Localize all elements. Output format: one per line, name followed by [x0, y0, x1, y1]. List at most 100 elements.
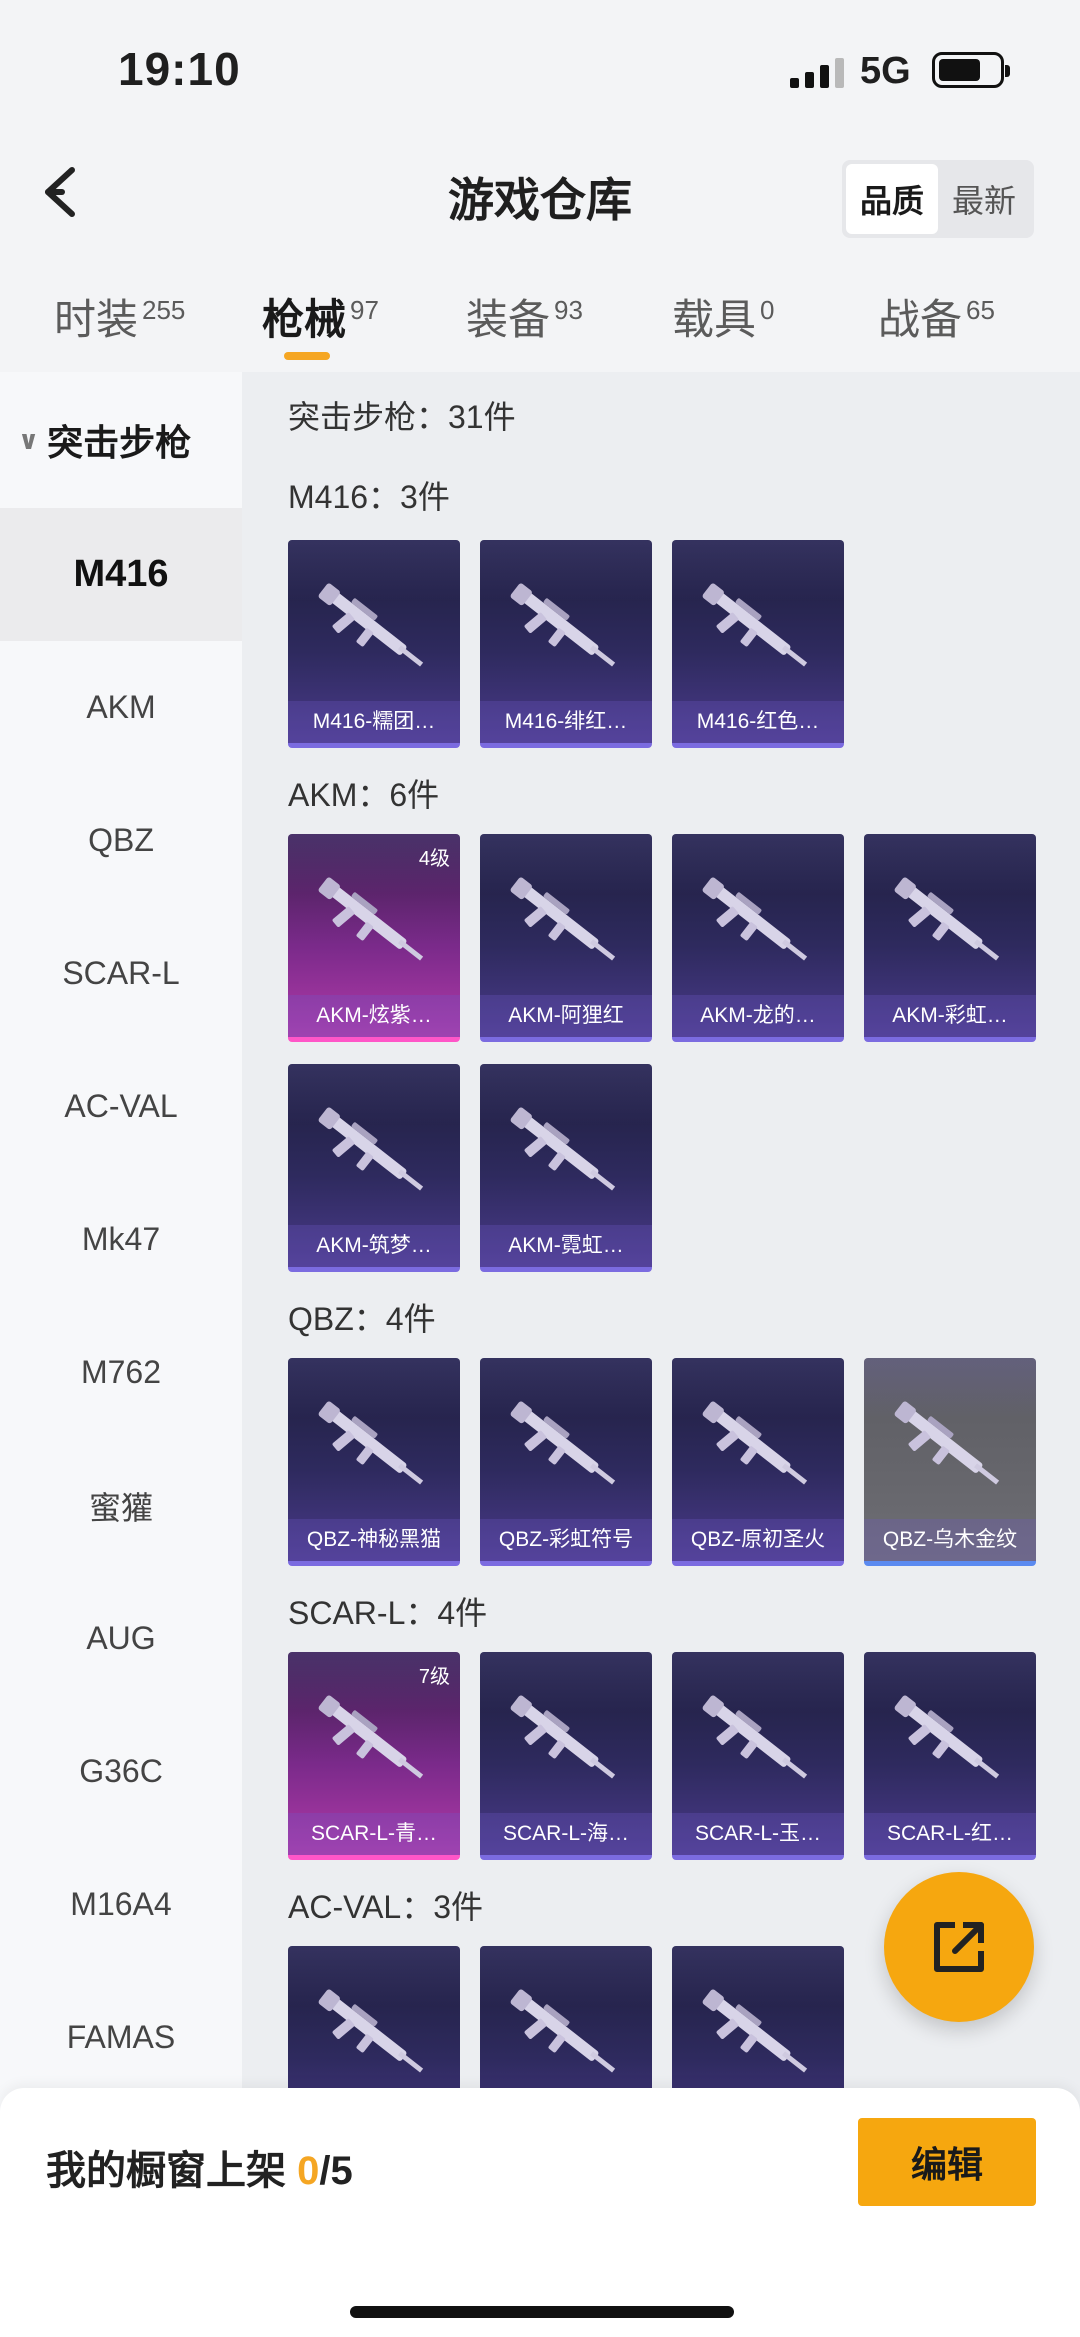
category-tabs: 时装 255 枪械 97 装备 93 载具 0 战备 65 — [0, 260, 1080, 370]
sort-newest-button[interactable]: 最新 — [938, 164, 1030, 234]
tab-label: 装备 — [466, 296, 551, 343]
rifle-icon — [502, 1690, 630, 1790]
rifle-icon — [694, 1690, 822, 1790]
weapon-name: SCAR-L-海… — [480, 1813, 652, 1855]
rifle-icon — [502, 1396, 630, 1496]
rifle-icon — [694, 872, 822, 972]
rifle-icon — [502, 872, 630, 972]
weapon-card[interactable]: QBZ-神秘黑猫 — [288, 1358, 460, 1566]
tab-costume[interactable]: 时装 255 — [54, 286, 185, 347]
weapon-card[interactable]: SCAR-L-红… — [864, 1652, 1036, 1860]
sidebar-group-header[interactable]: ∨ 突击步枪 — [0, 372, 242, 508]
sidebar-item-m762[interactable]: M762 — [0, 1306, 242, 1439]
weapon-card[interactable]: QBZ-乌木金纹 — [864, 1358, 1036, 1566]
weapon-name: SCAR-L-青… — [288, 1813, 460, 1855]
weapon-card[interactable]: M416-绯红… — [480, 540, 652, 748]
sidebar-item-m416[interactable]: M416 — [0, 508, 242, 641]
weapon-card[interactable]: QBZ-彩虹符号 — [480, 1358, 652, 1566]
rifle-icon — [310, 1102, 438, 1202]
category-summary: 突击步枪：31件 — [288, 399, 516, 435]
edit-button[interactable]: 编辑 — [858, 2118, 1036, 2206]
tab-supplies[interactable]: 战备 65 — [878, 286, 995, 347]
tab-label: 载具 — [672, 296, 757, 343]
status-time: 19:10 — [118, 43, 241, 95]
showcase-label: 我的橱窗上架 — [46, 2149, 298, 2193]
weapon-name: SCAR-L-玉… — [672, 1813, 844, 1855]
rifle-icon — [310, 1984, 438, 2084]
rifle-icon — [886, 1396, 1014, 1496]
tab-count: 0 — [760, 295, 775, 325]
weapon-name: M416-绯红… — [480, 701, 652, 743]
tab-equipment[interactable]: 装备 93 — [466, 286, 583, 347]
weapon-card[interactable]: AKM-彩虹… — [864, 834, 1036, 1042]
rifle-icon — [694, 578, 822, 678]
rifle-icon — [502, 578, 630, 678]
weapon-name: QBZ-神秘黑猫 — [288, 1519, 460, 1561]
tab-weapons[interactable]: 枪械 97 — [262, 286, 379, 347]
sidebar-item-scar-l[interactable]: SCAR-L — [0, 907, 242, 1040]
sidebar-item-famas[interactable]: FAMAS — [0, 1971, 242, 2104]
sidebar-item-m16a4[interactable]: M16A4 — [0, 1838, 242, 1971]
weapon-name: AKM-炫紫… — [288, 995, 460, 1037]
rifle-icon — [310, 1396, 438, 1496]
weapon-type-sidebar: ∨ 突击步枪 M416 AKM QBZ SCAR-L AC-VAL Mk47 M… — [0, 372, 242, 2112]
group-title: AC-VAL：3件 — [288, 1889, 484, 1925]
weapon-name: AKM-霓虹… — [480, 1225, 652, 1267]
weapon-card[interactable]: QBZ-原初圣火 — [672, 1358, 844, 1566]
tab-count: 65 — [966, 295, 995, 325]
sidebar-item-ac-val[interactable]: AC-VAL — [0, 1040, 242, 1173]
tab-vehicles[interactable]: 载具 0 — [672, 286, 774, 347]
weapon-name: AKM-阿狸红 — [480, 995, 652, 1037]
weapon-name: M416-糯团… — [288, 701, 460, 743]
weapon-name: SCAR-L-红… — [864, 1813, 1036, 1855]
weapon-card[interactable]: M416-红色… — [672, 540, 844, 748]
signal-icon — [790, 56, 844, 88]
group-title: AKM：6件 — [288, 777, 440, 813]
weapon-name: QBZ-乌木金纹 — [864, 1519, 1036, 1561]
weapon-card[interactable]: AKM-筑梦… — [288, 1064, 460, 1272]
sidebar-item-akm[interactable]: AKM — [0, 641, 242, 774]
weapon-card[interactable]: SCAR-L-玉… — [672, 1652, 844, 1860]
sidebar-item-aug[interactable]: AUG — [0, 1572, 242, 1705]
weapon-card[interactable]: AKM-阿狸红 — [480, 834, 652, 1042]
sidebar-item-qbz[interactable]: QBZ — [0, 774, 242, 907]
rifle-icon — [502, 1102, 630, 1202]
weapon-name: AKM-筑梦… — [288, 1225, 460, 1267]
weapon-card[interactable]: AKM-龙的… — [672, 834, 844, 1042]
sidebar-item-honey-badger[interactable]: 蜜獾 — [0, 1439, 242, 1572]
level-badge: 4级 — [418, 848, 450, 870]
rifle-icon — [694, 1396, 822, 1496]
external-link-icon — [934, 1922, 984, 1972]
showcase-status: 我的橱窗上架 0/5 — [46, 2138, 353, 2196]
tab-count: 255 — [142, 295, 186, 325]
sidebar-item-g36c[interactable]: G36C — [0, 1705, 242, 1838]
rifle-icon — [310, 578, 438, 678]
tab-label: 战备 — [878, 296, 963, 343]
weapon-card[interactable]: 4级 AKM-炫紫… — [288, 834, 460, 1042]
sidebar-item-mk47[interactable]: Mk47 — [0, 1173, 242, 1306]
rifle-icon — [310, 872, 438, 972]
sort-quality-button[interactable]: 品质 — [845, 164, 938, 234]
weapon-name: AKM-龙的… — [672, 995, 844, 1037]
weapon-card[interactable]: SCAR-L-海… — [480, 1652, 652, 1860]
share-button[interactable] — [884, 1872, 1034, 2022]
weapon-name: AKM-彩虹… — [864, 995, 1036, 1037]
rifle-icon — [310, 1690, 438, 1790]
battery-icon — [932, 52, 1010, 88]
active-tab-indicator — [284, 352, 330, 360]
showcase-bar: 我的橱窗上架 0/5 编辑 — [0, 2088, 1080, 2337]
weapon-name: QBZ-彩虹符号 — [480, 1519, 652, 1561]
weapon-grid: 突击步枪：31件 M416：3件 M416-糯团… M416-绯红… M416-… — [242, 372, 1080, 2112]
weapon-card[interactable]: 7级 SCAR-L-青… — [288, 1652, 460, 1860]
tab-label: 枪械 — [262, 296, 347, 343]
chevron-down-icon: ∨ — [18, 424, 40, 455]
home-indicator — [350, 2306, 734, 2318]
level-badge: 7级 — [418, 1666, 450, 1688]
showcase-total: /5 — [319, 2149, 353, 2193]
weapon-card[interactable]: AKM-霓虹… — [480, 1064, 652, 1272]
rifle-icon — [694, 1984, 822, 2084]
weapon-name: QBZ-原初圣火 — [672, 1519, 844, 1561]
rifle-icon — [502, 1984, 630, 2084]
weapon-card[interactable]: M416-糯团… — [288, 540, 460, 748]
tab-label: 时装 — [54, 296, 139, 343]
